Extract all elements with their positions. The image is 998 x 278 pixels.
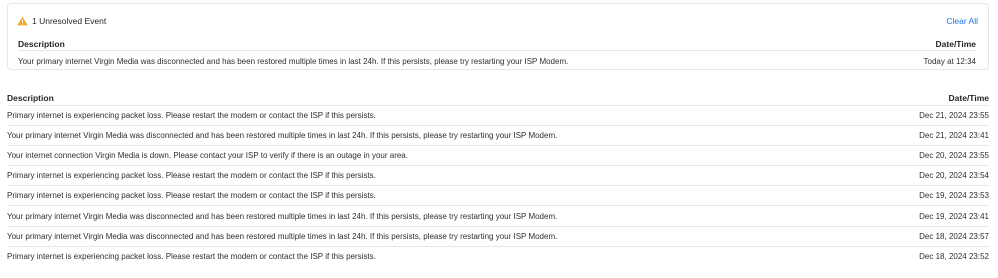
event-datetime: Dec 20, 2024 23:55 <box>919 151 989 161</box>
event-datetime: Dec 18, 2024 23:52 <box>919 252 989 262</box>
table-row: Primary internet is experiencing packet … <box>7 247 989 267</box>
event-description: Primary internet is experiencing packet … <box>7 171 376 181</box>
table-row: Primary internet is experiencing packet … <box>7 166 989 187</box>
event-description: Your primary internet Virgin Media was d… <box>18 56 569 66</box>
event-history-table: Description Date/Time Primary internet i… <box>7 91 989 267</box>
column-header-description: Description <box>7 93 54 103</box>
warning-triangle-icon <box>17 16 28 26</box>
event-datetime: Dec 19, 2024 23:53 <box>919 191 989 201</box>
clear-all-button[interactable]: Clear All <box>946 16 978 26</box>
event-description: Your internet connection Virgin Media is… <box>7 151 408 161</box>
table-row: Your primary internet Virgin Media was d… <box>7 227 989 247</box>
unresolved-table-header: Description Date/Time <box>18 37 976 51</box>
unresolved-header: 1 Unresolved Event Clear All <box>17 14 978 28</box>
event-datetime: Dec 21, 2024 23:55 <box>919 111 989 121</box>
table-row: Primary internet is experiencing packet … <box>7 186 989 207</box>
event-description: Primary internet is experiencing packet … <box>7 111 376 121</box>
event-datetime: Today at 12:34 <box>923 56 976 66</box>
table-row: Primary internet is experiencing packet … <box>7 106 989 127</box>
event-datetime: Dec 20, 2024 23:54 <box>919 171 989 181</box>
column-header-datetime: Date/Time <box>935 38 976 49</box>
history-table-header: Description Date/Time <box>7 91 989 106</box>
column-header-datetime: Date/Time <box>948 93 989 103</box>
table-row: Your primary internet Virgin Media was d… <box>7 126 989 147</box>
event-datetime: Dec 21, 2024 23:41 <box>919 131 989 141</box>
table-row: Your primary internet Virgin Media was d… <box>7 206 989 227</box>
unresolved-title: 1 Unresolved Event <box>32 16 107 26</box>
event-datetime: Dec 19, 2024 23:41 <box>919 211 989 221</box>
event-description: Primary internet is experiencing packet … <box>7 252 376 262</box>
event-description: Your primary internet Virgin Media was d… <box>7 131 558 141</box>
column-header-description: Description <box>18 38 65 49</box>
unresolved-events-card: 1 Unresolved Event Clear All Description… <box>7 3 989 70</box>
table-row: Your internet connection Virgin Media is… <box>7 146 989 167</box>
event-description: Your primary internet Virgin Media was d… <box>7 231 558 241</box>
event-datetime: Dec 18, 2024 23:57 <box>919 231 989 241</box>
event-description: Primary internet is experiencing packet … <box>7 191 376 201</box>
unresolved-event-row: Your primary internet Virgin Media was d… <box>18 53 976 69</box>
event-description: Your primary internet Virgin Media was d… <box>7 211 558 221</box>
